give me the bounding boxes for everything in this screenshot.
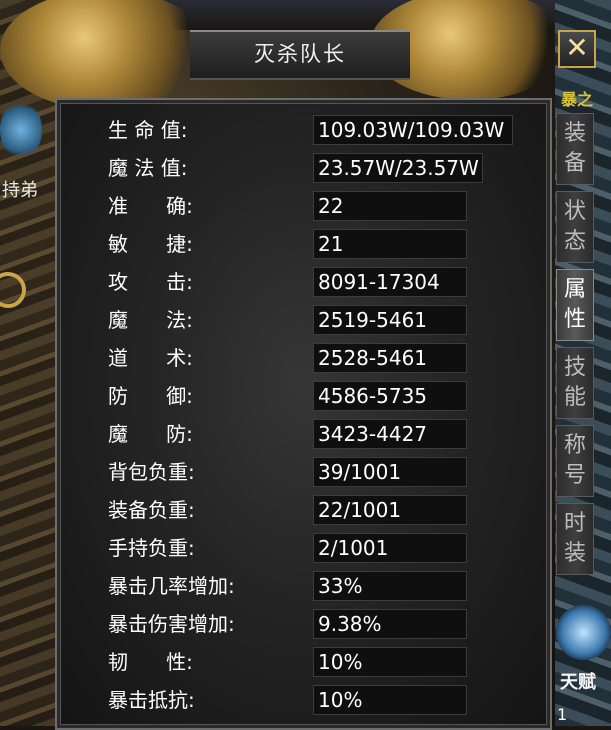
crossed-swords-icon: ✕ [565, 31, 589, 64]
stat-value: 109.03W/109.03W [313, 115, 513, 145]
right-bottom-label: 天赋 [560, 672, 596, 693]
stat-value: 2528-5461 [313, 343, 467, 373]
stat-value: 10% [313, 647, 467, 677]
tab-char-bottom: 性 [563, 307, 586, 332]
stat-label: 魔 防: [108, 422, 193, 446]
stat-value: 8091-17304 [313, 267, 467, 297]
stat-label: 准 确: [108, 194, 193, 218]
tab-char-bottom: 号 [563, 463, 586, 488]
stat-label: 背包负重: [108, 460, 195, 484]
stat-label: 生 命 值: [108, 118, 188, 142]
stat-label: 装备负重: [108, 498, 195, 522]
tab-char-top: 时 [563, 511, 586, 536]
stat-label: 魔 法: [108, 308, 193, 332]
right-top-label: 暴之 [561, 90, 594, 109]
tab-char-top: 称 [563, 433, 586, 458]
stat-value: 21 [313, 229, 467, 259]
tab-char-top: 技 [563, 355, 586, 380]
stat-label: 韧 性: [108, 650, 193, 674]
left-scene-label: 持弟 [2, 180, 38, 201]
stat-value: 22 [313, 191, 467, 221]
tab-attributes[interactable]: 属 性 [556, 269, 594, 341]
tab-char-bottom: 能 [563, 385, 586, 410]
stat-value: 39/1001 [313, 457, 467, 487]
tab-skills[interactable]: 技 能 [556, 347, 594, 419]
stat-label: 敏 捷: [108, 232, 193, 256]
tab-equipment[interactable]: 装 备 [556, 113, 594, 185]
stat-label: 暴击几率增加: [108, 574, 235, 598]
bottom-right-digit: 1 [557, 705, 568, 724]
tab-char-bottom: 态 [563, 229, 586, 254]
tab-fashion[interactable]: 时 装 [556, 503, 594, 575]
stat-label: 防 御: [108, 384, 193, 408]
tab-status[interactable]: 状 态 [556, 191, 594, 263]
stat-value: 22/1001 [313, 495, 467, 525]
stat-label: 道 术: [108, 346, 193, 370]
stat-label: 暴击伤害增加: [108, 612, 235, 636]
stat-label: 暴击抵抗: [108, 688, 195, 712]
tab-char-bottom: 装 [563, 541, 586, 566]
window-title: 灭杀队长 [254, 42, 346, 66]
stat-value: 3423-4427 [313, 419, 467, 449]
tab-char-top: 属 [563, 277, 586, 302]
stat-value: 33% [313, 571, 467, 601]
tab-char-top: 装 [563, 121, 586, 146]
stat-value: 9.38% [313, 609, 467, 639]
stat-value: 4586-5735 [313, 381, 467, 411]
stat-value: 2519-5461 [313, 305, 467, 335]
close-button[interactable]: ✕ [558, 30, 596, 68]
stat-value: 2/1001 [313, 533, 467, 563]
stat-value: 23.57W/23.57W [313, 153, 483, 183]
stat-label: 手持负重: [108, 536, 195, 560]
right-bottom-orb-icon [556, 605, 611, 660]
stat-label: 魔 法 值: [108, 156, 188, 180]
left-orb-icon [0, 100, 42, 160]
tab-char-top: 状 [563, 199, 586, 224]
stat-value: 10% [313, 685, 467, 715]
stat-label: 攻 击: [108, 270, 193, 294]
tab-char-bottom: 备 [563, 151, 586, 176]
tab-titles[interactable]: 称 号 [556, 425, 594, 497]
